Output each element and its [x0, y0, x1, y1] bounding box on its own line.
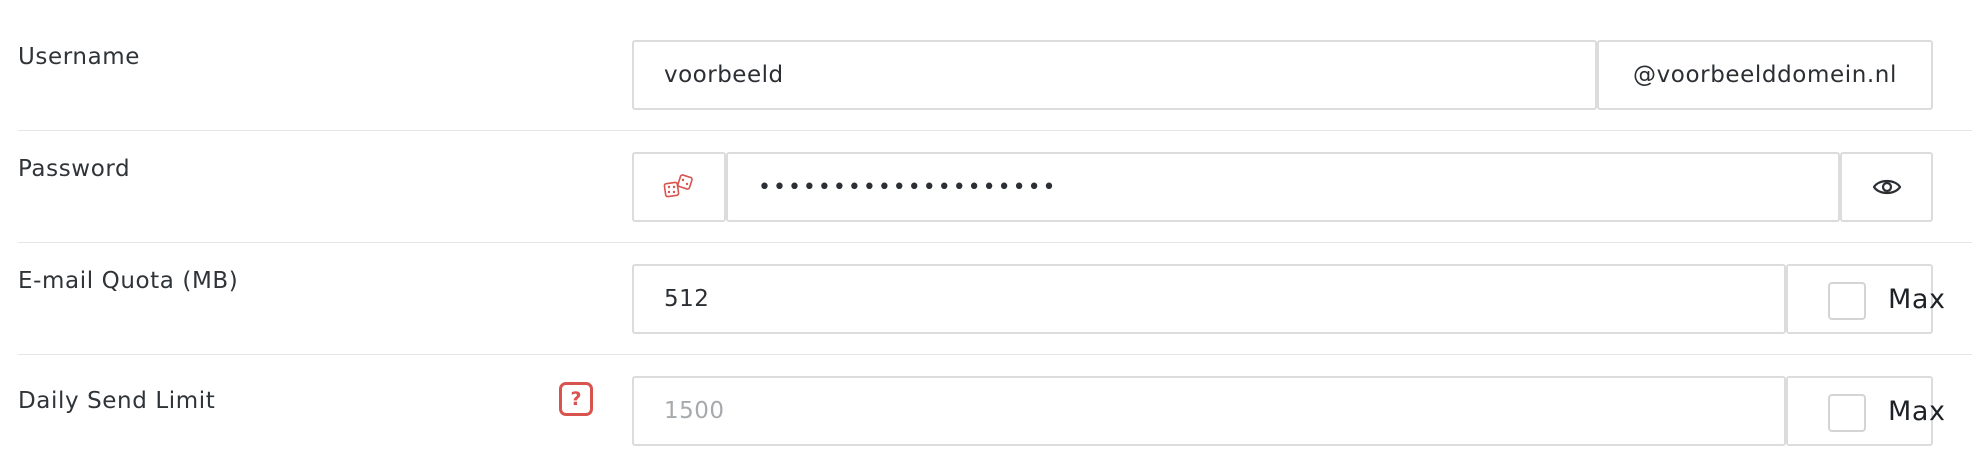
password-row: Password •••••••••••••••••••• [18, 130, 1972, 242]
password-masked-value: •••••••••••••••••••• [758, 174, 1058, 200]
domain-suffix-text: @voorbeelddomein.nl [1633, 62, 1897, 88]
password-field[interactable]: •••••••••••••••••••• [726, 152, 1840, 222]
email-quota-max-label: Max [1888, 283, 1946, 315]
daily-send-limit-label: Daily Send Limit [18, 388, 216, 414]
domain-suffix-addon: @voorbeelddomein.nl [1597, 40, 1933, 110]
password-label: Password [18, 156, 131, 182]
daily-send-limit-max-label: Max [1888, 395, 1946, 427]
email-quota-row: E-mail Quota (MB) Max [18, 242, 1972, 354]
dice-icon [663, 174, 693, 198]
eye-icon [1872, 179, 1901, 195]
help-icon[interactable]: ? [559, 382, 593, 416]
daily-send-limit-max-checkbox[interactable] [1828, 394, 1866, 432]
email-quota-field-wrapper [632, 264, 1786, 334]
generate-password-button[interactable] [632, 152, 726, 222]
daily-send-limit-row: Daily Send Limit ? Max [18, 354, 1972, 466]
email-quota-max-addon: Max [1786, 264, 1945, 334]
toggle-password-visibility-button[interactable] [1840, 152, 1933, 222]
daily-send-limit-input[interactable] [634, 378, 1784, 444]
account-form: Username @voorbeelddomein.nl Password [0, 0, 1982, 472]
username-label: Username [18, 44, 141, 70]
username-row: Username @voorbeelddomein.nl [18, 18, 1972, 130]
username-input[interactable] [634, 42, 1595, 108]
email-quota-max-checkbox[interactable] [1828, 282, 1866, 320]
email-quota-label: E-mail Quota (MB) [18, 268, 239, 294]
email-quota-input[interactable] [634, 266, 1784, 332]
daily-send-limit-max-addon: Max [1786, 376, 1945, 446]
username-field-wrapper [632, 40, 1597, 110]
daily-send-limit-field-wrapper [632, 376, 1786, 446]
